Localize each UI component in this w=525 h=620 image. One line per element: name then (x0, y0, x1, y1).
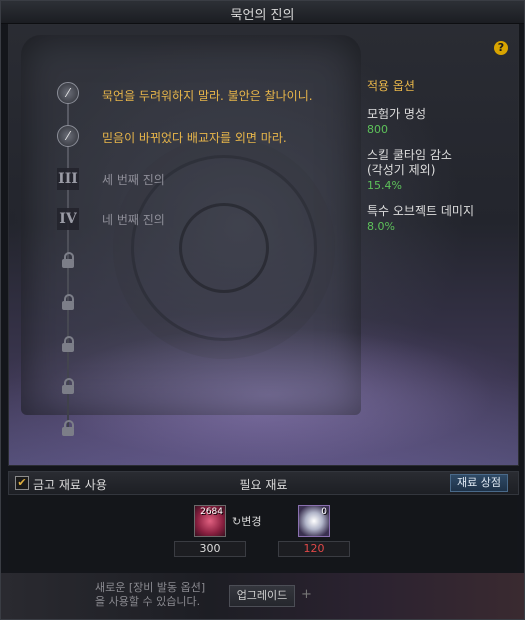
notice-line-2: 을 사용할 수 있습니다. (95, 595, 201, 608)
lock-icon (57, 376, 79, 398)
truth-scene: ? ⁄ 묵언을 두려워하지 말라. 불안은 찰나이니. ⁄ 믿음이 바뀌었다 배… (8, 24, 519, 466)
option-value: 15.4% (367, 179, 402, 192)
slot-count: 0 (321, 507, 327, 517)
help-icon[interactable]: ? (494, 41, 508, 55)
truth-2-medal-icon[interactable]: ⁄ (57, 125, 79, 147)
bottom-area: 새로운 [장비 발동 옵션] 을 사용할 수 있습니다. 업그레이드 + (1, 573, 524, 619)
swap-icon: ↻ (232, 515, 242, 528)
option-name: 스킬 쿨타임 감소 (각성기 제외) (367, 148, 452, 177)
truth-2-label[interactable]: 믿음이 바뀌었다 배교자를 외면 마라. (102, 129, 287, 146)
materials-panel: 2684 ↻변경 0 300 120 (8, 495, 517, 571)
upgrade-button[interactable]: 업그레이드 (229, 585, 295, 607)
option-value: 8.0% (367, 220, 395, 233)
material-bar: ✔ 금고 재료 사용 필요 재료 재료 상점 (8, 471, 519, 495)
slot-count: 2684 (200, 507, 223, 517)
truth-window: 묵언의 진의 ? ⁄ 묵언을 두려워하지 말라. 불안은 찰나이니. ⁄ 믿음이… (0, 0, 525, 620)
material-amount-2: 120 (278, 541, 350, 557)
material-amount-1: 300 (174, 541, 246, 557)
truth-1-medal-icon[interactable]: ⁄ (57, 82, 79, 104)
option-name: 특수 오브젝트 데미지 (367, 204, 474, 218)
fog (9, 275, 518, 465)
change-label: 변경 (241, 515, 262, 528)
notice-text: 새로운 [장비 발동 옵션] 을 사용할 수 있습니다. (95, 581, 205, 609)
material-slot-2[interactable]: 0 (298, 505, 330, 537)
lock-icon (57, 418, 79, 440)
window-title: 묵언의 진의 (230, 8, 295, 23)
options-heading: 적용 옵션 (367, 79, 415, 93)
option-name: 모험가 명성 (367, 107, 427, 121)
truth-3-numeral[interactable]: III (57, 168, 79, 190)
truth-4-label[interactable]: 네 번째 진의 (102, 211, 165, 228)
lock-icon (57, 334, 79, 356)
notice-line-1: 새로운 [장비 발동 옵션] (95, 581, 206, 594)
truth-1-label[interactable]: 묵언을 두려워하지 말라. 불안은 찰나이니. (102, 87, 313, 104)
lock-icon (57, 292, 79, 314)
truth-4-numeral[interactable]: IV (57, 208, 79, 230)
option-value: 800 (367, 123, 388, 136)
truth-3-label[interactable]: 세 번째 진의 (102, 171, 165, 188)
lock-icon (57, 250, 79, 272)
title-bar[interactable]: 묵언의 진의 (1, 1, 524, 24)
plus-icon: + (301, 587, 312, 602)
change-button[interactable]: ↻변경 (232, 513, 261, 529)
applied-options: 적용 옵션 모험가 명성 800 스킬 쿨타임 감소 (각성기 제외) 15.4… (367, 77, 512, 245)
material-slot-1[interactable]: 2684 (194, 505, 226, 537)
material-shop-button[interactable]: 재료 상점 (450, 474, 508, 492)
required-materials-label: 필요 재료 (239, 478, 288, 492)
